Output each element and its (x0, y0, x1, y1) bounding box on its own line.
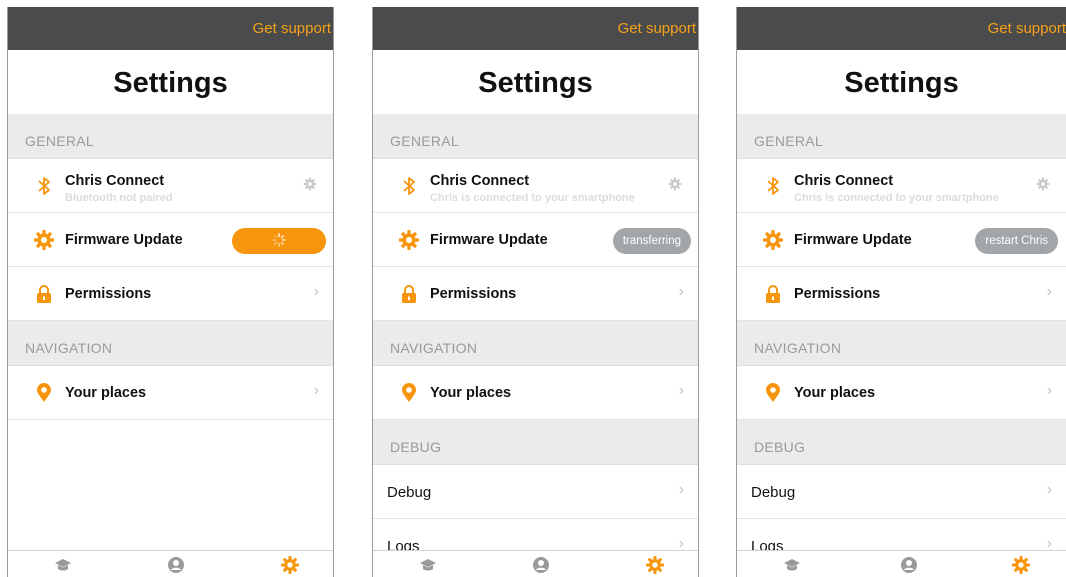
top-bar: Get support (737, 7, 1066, 50)
firmware-update-row[interactable]: Firmware Update transferring (373, 213, 698, 267)
permissions-row[interactable]: Permissions › (737, 267, 1066, 321)
firmware-update-label: Firmware Update (794, 232, 912, 248)
top-bar: Get support (8, 7, 333, 50)
your-places-row[interactable]: Your places › (373, 366, 698, 420)
gear-icon[interactable] (281, 556, 299, 574)
page-title: Settings (113, 67, 228, 99)
permissions-row[interactable]: Permissions › (8, 267, 333, 321)
your-places-row[interactable]: Your places › (8, 366, 333, 420)
graduation-cap-icon[interactable] (54, 556, 72, 574)
section-header-navigation: NAVIGATION (8, 321, 333, 366)
permissions-row[interactable]: Permissions › (373, 267, 698, 321)
settings-list: GENERAL Chris Connect Chris is connected… (373, 114, 698, 573)
get-support-link[interactable]: Get support (988, 20, 1066, 37)
section-header-general: GENERAL (737, 114, 1066, 159)
user-icon[interactable] (167, 556, 185, 574)
chris-connect-label: Chris Connect (794, 173, 894, 189)
firmware-update-label: Firmware Update (430, 232, 548, 248)
settings-screen-2: Get support Settings GENERAL Chris Conne… (372, 7, 699, 577)
location-pin-icon (763, 383, 783, 403)
page-title: Settings (844, 67, 959, 99)
chevron-right-icon: › (1046, 481, 1052, 498)
section-header-debug: DEBUG (373, 420, 698, 465)
your-places-label: Your places (65, 385, 147, 401)
page-title: Settings (478, 67, 593, 99)
permissions-label: Permissions (794, 286, 881, 302)
firmware-status-pill[interactable]: restart Chris (975, 228, 1058, 254)
location-pin-icon (34, 383, 54, 403)
debug-row[interactable]: Debug › (737, 465, 1066, 519)
chevron-right-icon: › (678, 382, 684, 399)
chevron-right-icon: › (1046, 382, 1052, 399)
firmware-status-pill[interactable]: transferring (612, 228, 691, 254)
section-header-navigation: NAVIGATION (737, 321, 1066, 366)
your-places-label: Your places (794, 385, 876, 401)
debug-label: Debug (751, 484, 796, 501)
lock-icon (763, 284, 783, 304)
lock-icon (399, 284, 419, 304)
tab-bar (373, 550, 698, 577)
lock-icon (34, 284, 54, 304)
gear-icon[interactable] (1012, 556, 1030, 574)
user-icon[interactable] (900, 556, 918, 574)
your-places-label: Your places (430, 385, 512, 401)
permissions-label: Permissions (65, 286, 152, 302)
location-pin-icon (399, 383, 419, 403)
bluetooth-icon (399, 176, 419, 196)
settings-list: GENERAL Chris Connect Chris is connected… (737, 114, 1066, 573)
settings-list: GENERAL Chris Connect Bluetooth not pair… (8, 114, 333, 420)
settings-screen-1: Get support Settings GENERAL Chris Conne… (7, 7, 334, 577)
spinner-icon (272, 232, 286, 250)
bluetooth-icon (34, 176, 54, 196)
debug-label: Debug (387, 484, 432, 501)
debug-row[interactable]: Debug › (373, 465, 698, 519)
chevron-right-icon: › (1046, 283, 1052, 300)
firmware-update-row[interactable]: Firmware Update restart Chris (737, 213, 1066, 267)
chris-connect-status: Bluetooth not paired (65, 192, 173, 204)
firmware-gear-icon (34, 230, 54, 250)
chris-connect-label: Chris Connect (65, 173, 165, 189)
gear-icon[interactable] (668, 177, 682, 191)
chris-connect-label: Chris Connect (430, 173, 530, 189)
section-header-general: GENERAL (8, 114, 333, 159)
chevron-right-icon: › (313, 382, 319, 399)
firmware-update-label: Firmware Update (65, 232, 183, 248)
settings-screen-3: Get support Settings GENERAL Chris Conne… (736, 7, 1066, 577)
gear-icon[interactable] (646, 556, 664, 574)
section-header-debug: DEBUG (737, 420, 1066, 465)
firmware-status-pill[interactable] (232, 228, 326, 254)
section-header-general: GENERAL (373, 114, 698, 159)
get-support-link[interactable]: Get support (618, 20, 696, 37)
chris-connect-row[interactable]: Chris Connect Bluetooth not paired (8, 159, 333, 213)
firmware-update-row[interactable]: Firmware Update (8, 213, 333, 267)
chevron-right-icon: › (678, 283, 684, 300)
user-icon[interactable] (532, 556, 550, 574)
chris-connect-row[interactable]: Chris Connect Chris is connected to your… (373, 159, 698, 213)
firmware-gear-icon (763, 230, 783, 250)
graduation-cap-icon[interactable] (783, 556, 801, 574)
gear-icon[interactable] (303, 177, 317, 191)
your-places-row[interactable]: Your places › (737, 366, 1066, 420)
chris-connect-status: Chris is connected to your smartphone (430, 192, 635, 204)
section-header-navigation: NAVIGATION (373, 321, 698, 366)
tab-bar (8, 550, 333, 577)
top-bar: Get support (373, 7, 698, 50)
graduation-cap-icon[interactable] (419, 556, 437, 574)
chris-connect-row[interactable]: Chris Connect Chris is connected to your… (737, 159, 1066, 213)
chris-connect-status: Chris is connected to your smartphone (794, 192, 999, 204)
get-support-link[interactable]: Get support (253, 20, 331, 37)
gear-icon[interactable] (1036, 177, 1050, 191)
permissions-label: Permissions (430, 286, 517, 302)
tab-bar (737, 550, 1066, 577)
bluetooth-icon (763, 176, 783, 196)
chevron-right-icon: › (678, 481, 684, 498)
chevron-right-icon: › (313, 283, 319, 300)
firmware-gear-icon (399, 230, 419, 250)
